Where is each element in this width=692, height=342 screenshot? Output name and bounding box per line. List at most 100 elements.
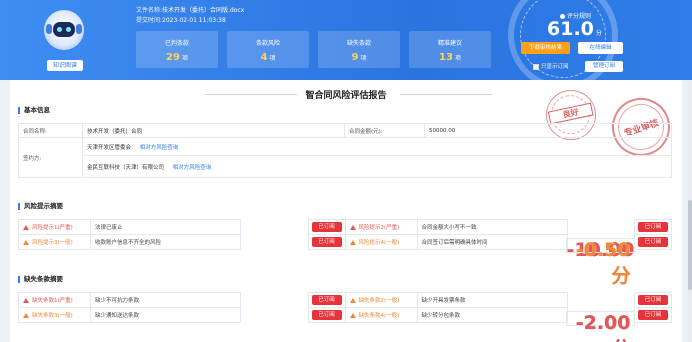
- missing-tag-label: 缺失条款1(严重): [32, 298, 73, 304]
- subscribed-button[interactable]: 已订阅: [638, 222, 668, 232]
- stat-value: 13: [439, 52, 453, 63]
- party-2-risk-link[interactable]: 相对方风险查询: [173, 165, 212, 171]
- manage-subscription-button[interactable]: 管理订阅: [585, 61, 623, 72]
- missing-tag: 缺失条款4(一般): [344, 307, 418, 323]
- missing-summary-table: 缺失条款1(严重) 缺少不可抗力条款 -2.00分 已订阅 缺失条款2(一般) …: [18, 292, 672, 342]
- section-risk-summary: 风险提示摘要: [18, 203, 63, 210]
- stat-missing-clauses: 缺失条款 9项: [318, 31, 400, 68]
- risk-desc: 合同金额大小写不一致: [416, 219, 568, 235]
- knowledge-graph-button[interactable]: 知识图谱: [47, 60, 83, 71]
- section-basic-info: 基本信息: [18, 107, 50, 114]
- contract-name: 技术开发（委托）合同: [82, 123, 345, 138]
- checkbox[interactable]: [533, 63, 539, 70]
- party-row-2: 金民互联科技（天津）有限公司 相对方风险查询: [82, 155, 672, 178]
- file-info: 文件名称:技术开发（委托）合同版.docx 提交时间:2023-02-01 11…: [136, 6, 244, 26]
- risk-tag-label: 风险提示1(严重): [32, 225, 73, 231]
- warning-icon: [349, 240, 356, 245]
- warning-icon: [23, 313, 29, 318]
- risk-tag: 风险提示1(严重): [18, 219, 91, 235]
- stat-label: 精准建议: [437, 40, 462, 47]
- table-row: 风险提示3(一般) 收款账户信息不齐全的风险 -0.50分 已订阅 风险提示4(…: [18, 234, 672, 287]
- missing-desc: 缺少开具发票条款: [416, 292, 568, 308]
- warning-icon: [349, 313, 356, 318]
- subscribed-button[interactable]: 已订阅: [638, 310, 668, 320]
- risk-action: 已订阅: [307, 234, 346, 250]
- risk-tag-label: 风险提示3(一般): [32, 240, 73, 246]
- stat-value: 9: [351, 52, 359, 63]
- risk-desc: 法律已废止: [90, 219, 241, 235]
- risk-action: 已订阅: [307, 219, 346, 235]
- missing-desc: 缺少通知送达条款: [90, 307, 241, 323]
- title-divider-right: [400, 94, 492, 95]
- party-1: 天津开发区管委会: [87, 144, 132, 151]
- file-name-label: 文件名称:: [136, 7, 163, 14]
- missing-action: 已订阅: [634, 307, 672, 323]
- subscribed-button[interactable]: 已订阅: [311, 295, 342, 305]
- missing-tag-label: 缺失条款4(一般): [358, 313, 400, 319]
- mascot-card: 知识图谱: [34, 8, 94, 72]
- missing-desc: 缺少不可抗力条款: [90, 292, 241, 308]
- risk-tag-label: 风险提示4(一般): [358, 240, 400, 246]
- download-results-button[interactable]: 下载审核结果: [521, 42, 570, 54]
- party-2: 金民互联科技（天津）有限公司: [87, 164, 165, 171]
- warning-icon: [349, 225, 356, 230]
- risk-action: 已订阅: [634, 234, 672, 250]
- missing-action: 已订阅: [307, 307, 346, 323]
- contract-name-label: 合同名称:: [18, 123, 83, 138]
- table-row: 缺失条款3(一般) 缺少通知送达条款 -2.00分 已订阅 缺失条款4(一般) …: [18, 307, 672, 342]
- contract-amount: 50000.00: [424, 123, 672, 138]
- risk-desc: 收款账户信息不齐全的风险: [90, 234, 241, 250]
- risk-summary-table: 风险提示1(严重) 法律已废止 -10.00分 已订阅 风险提示2(严重) 合同…: [18, 219, 672, 287]
- warning-icon: [23, 225, 29, 230]
- stat-clause-risks: 条款风险 4项: [227, 31, 309, 68]
- risk-tag: 风险提示3(一般): [18, 234, 91, 250]
- missing-score: -2.00分: [565, 310, 635, 342]
- missing-action: 已订阅: [634, 292, 672, 308]
- table-row: 缺失条款1(严重) 缺少不可抗力条款 -2.00分 已订阅 缺失条款2(一般) …: [18, 292, 672, 342]
- parties-label: 签约方:: [18, 137, 83, 178]
- table-row: 风险提示1(严重) 法律已废止 -10.00分 已订阅 风险提示2(严重) 合同…: [18, 219, 672, 287]
- stat-label: 已判条款: [164, 40, 189, 47]
- online-edit-button[interactable]: 在线编辑: [578, 42, 623, 54]
- score-unit: 分: [595, 30, 602, 37]
- stat-unit: 项: [181, 55, 188, 62]
- file-name: 技术开发（委托）合同版.docx: [162, 7, 245, 14]
- subscribed-button[interactable]: 已订阅: [638, 237, 668, 247]
- subscribed-button[interactable]: 已订阅: [311, 310, 342, 320]
- missing-tag: 缺失条款1(严重): [18, 292, 91, 308]
- report-body: 智合同风险评估报告 良好 专业审核 基本信息 合同名称: 技术开发（委托）合同 …: [10, 80, 682, 342]
- missing-action: 已订阅: [307, 292, 346, 308]
- stat-unit: 项: [454, 55, 461, 62]
- risk-tag-label: 风险提示2(严重): [358, 225, 400, 231]
- score-display: 61.0 分: [547, 18, 602, 40]
- vertical-scrollbar[interactable]: [688, 80, 692, 342]
- scrollbar-thumb[interactable]: [688, 200, 692, 290]
- missing-tag: 缺失条款3(一般): [18, 307, 91, 323]
- party-1-risk-link[interactable]: 相对方风险查询: [140, 145, 179, 151]
- missing-desc: 缺少转分包条款: [416, 307, 568, 323]
- report-header: 知识图谱 文件名称:技术开发（委托）合同版.docx 提交时间:2023-02-…: [0, 0, 692, 90]
- stat-suggestions: 精准建议 13 项: [409, 31, 491, 68]
- stat-value: 4: [260, 52, 268, 63]
- stat-value: 29: [166, 52, 180, 63]
- party-row-1: 天津开发区管委会 相对方风险查询: [82, 137, 672, 156]
- only-subscribed-toggle[interactable]: 只显示订阅: [533, 62, 569, 70]
- only-subscribed-label: 只显示订阅: [541, 64, 569, 70]
- section-missing-summary: 缺失条款摘要: [18, 276, 63, 283]
- stat-unit: 项: [269, 55, 276, 62]
- contract-amount-label: 合同金额(元):: [344, 123, 425, 138]
- risk-tag: 风险提示2(严重): [344, 219, 418, 235]
- submit-time: 2023-02-01 11:03:38: [162, 17, 226, 24]
- warning-icon: [349, 298, 356, 303]
- score-value: 61.0: [547, 18, 594, 40]
- warning-icon: [23, 298, 29, 303]
- risk-tag: 风险提示4(一般): [344, 234, 418, 250]
- subscribed-button[interactable]: 已订阅: [638, 295, 668, 305]
- robot-mascot-icon: [44, 10, 84, 50]
- missing-tag-label: 缺失条款2(一般): [358, 298, 400, 304]
- risk-score: -0.50分: [565, 237, 635, 287]
- risk-action: 已订阅: [634, 219, 672, 235]
- subscribed-button[interactable]: 已订阅: [311, 222, 342, 232]
- stat-label: 缺失条款: [346, 40, 371, 47]
- subscribed-button[interactable]: 已订阅: [311, 237, 342, 247]
